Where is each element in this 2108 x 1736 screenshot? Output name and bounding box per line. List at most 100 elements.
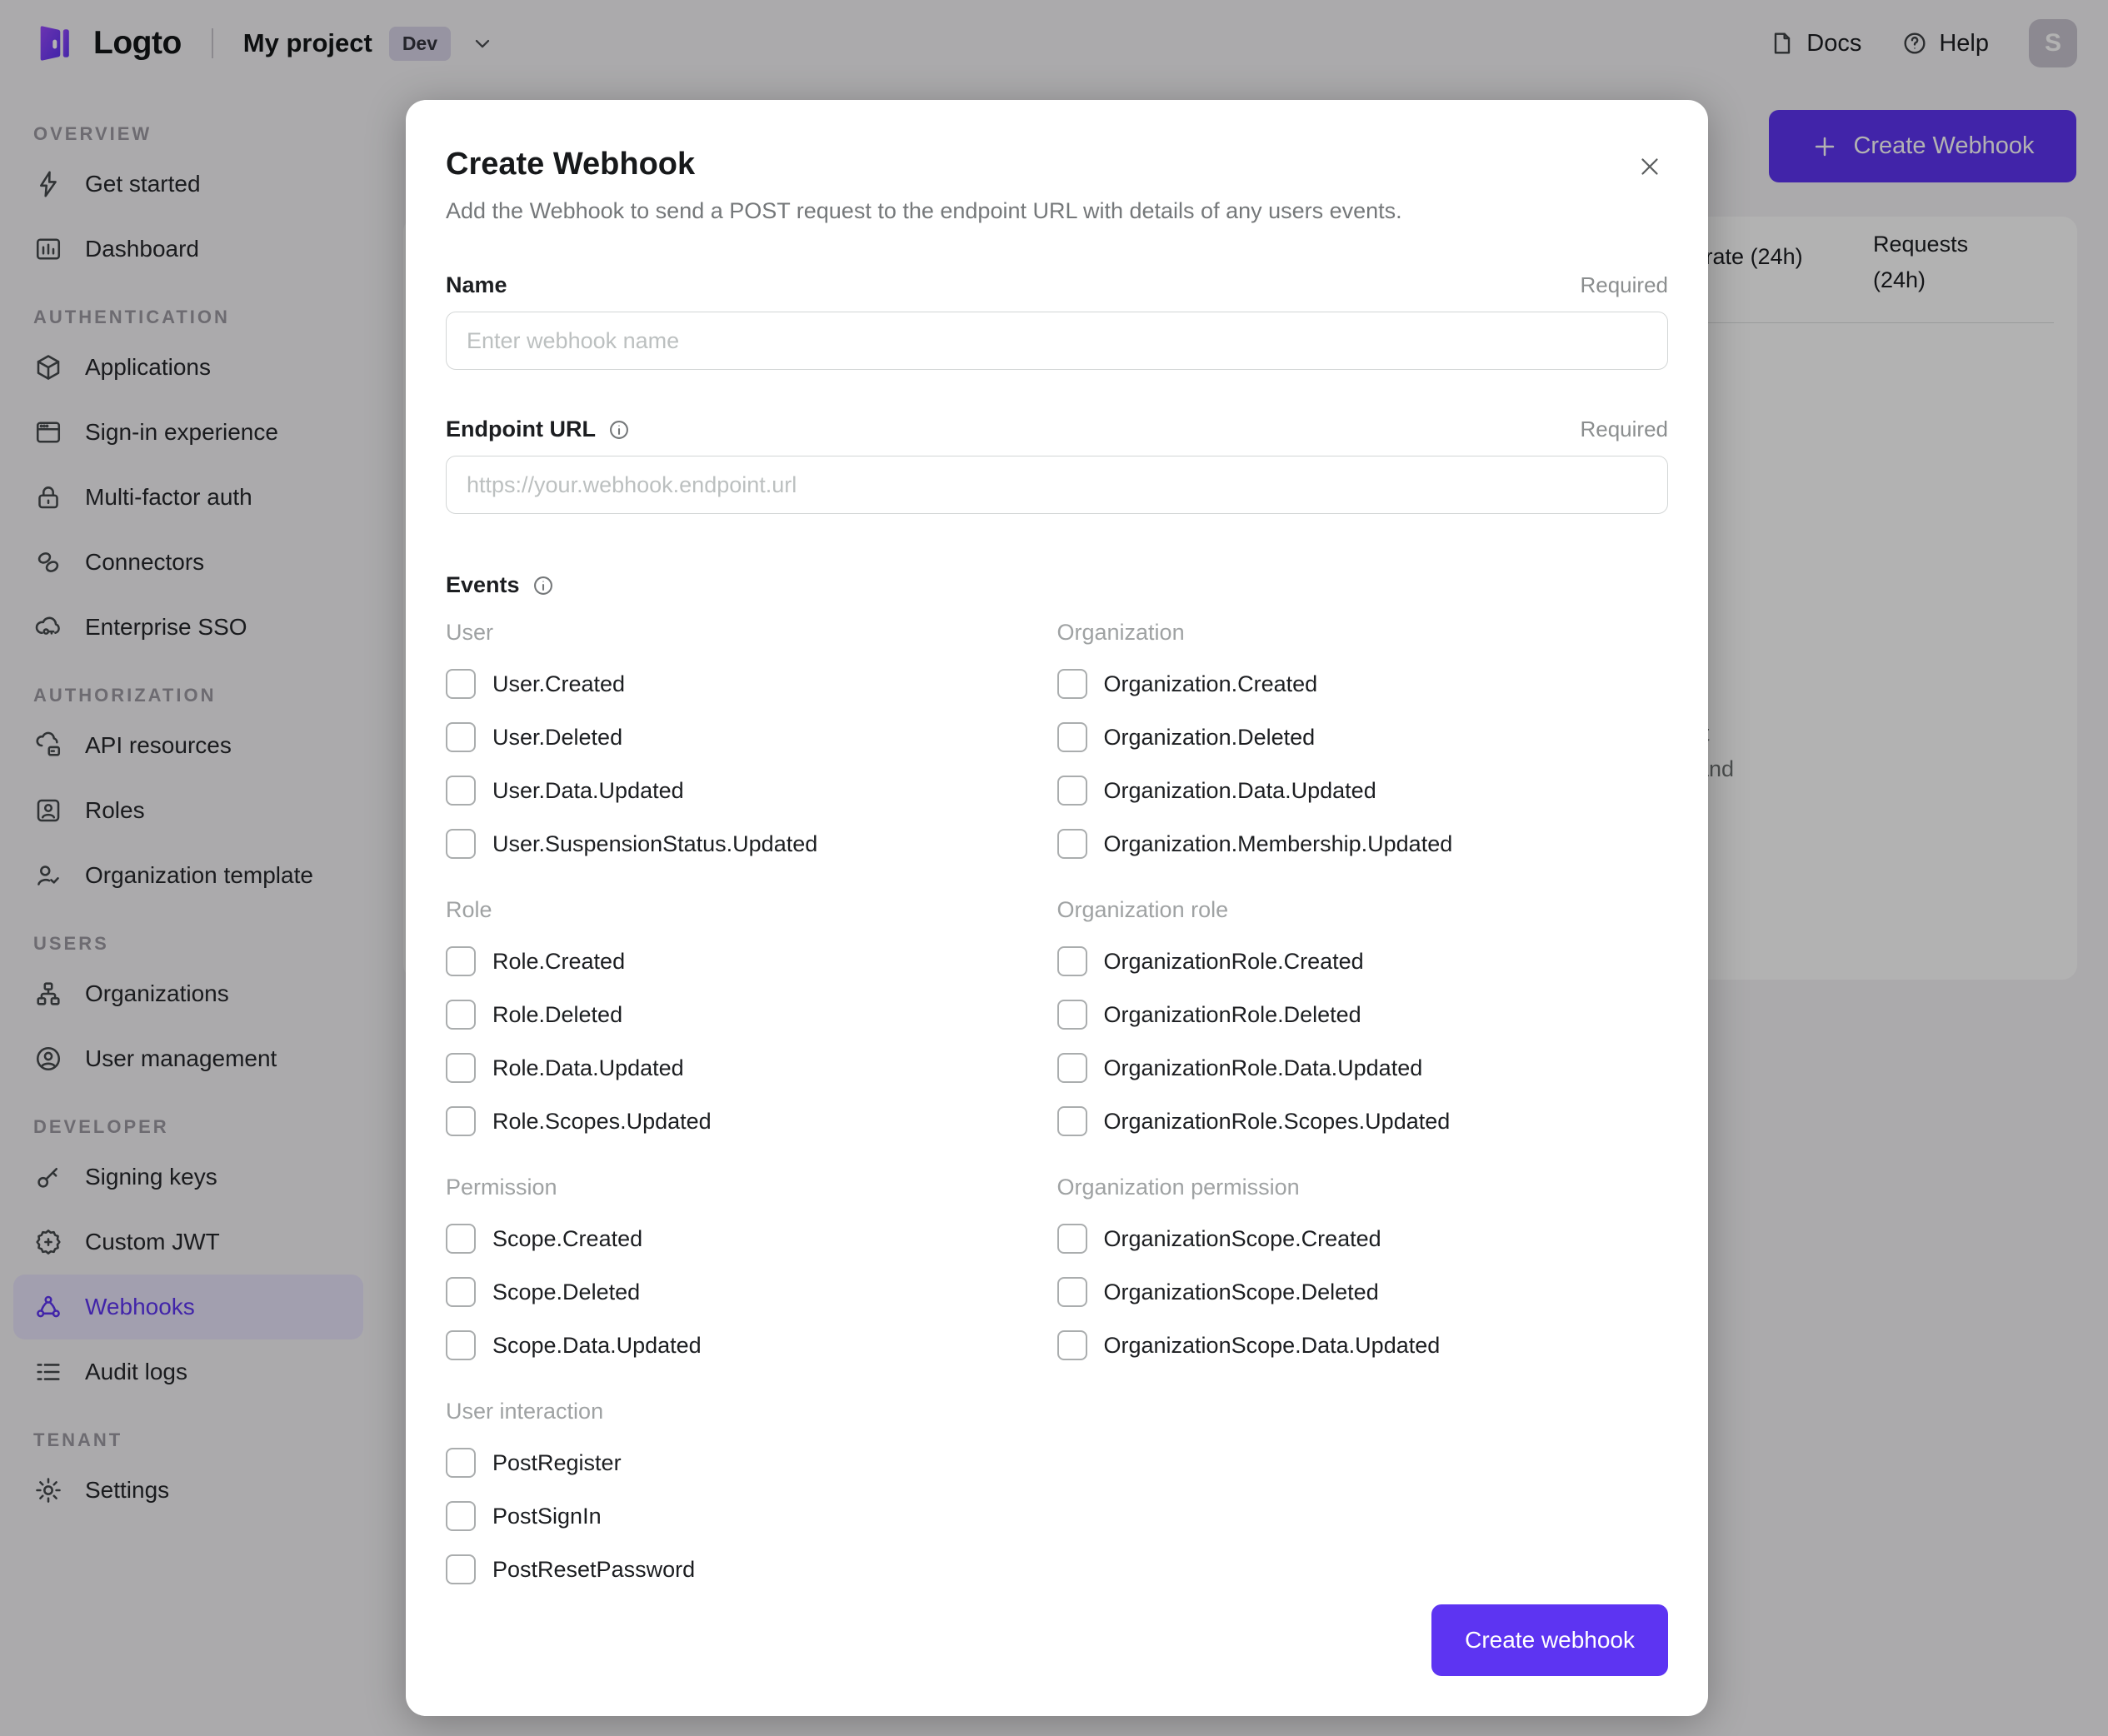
event-option-label: Organization.Created — [1103, 671, 1318, 696]
checkbox-unchecked-icon[interactable] — [446, 1448, 476, 1478]
event-group-user: User User.Created User.Deleted User.Data.Up… — [446, 620, 1057, 859]
event-group-heading: Organization permission — [1056, 1175, 1300, 1200]
event-option-role-deleted[interactable]: Role.Deleted — [446, 1000, 1057, 1030]
checkbox-unchecked-icon[interactable] — [446, 1277, 476, 1307]
event-option-label: OrganizationRole.Deleted — [1103, 1001, 1361, 1027]
event-option-organizationscope-deleted[interactable]: OrganizationScope.Deleted — [1056, 1277, 1669, 1307]
event-option-label: Role.Deleted — [492, 1001, 623, 1027]
webhook-name-input[interactable] — [446, 312, 1668, 370]
event-group-user-interaction: User interaction PostRegister PostSignIn Po… — [446, 1399, 1057, 1584]
endpoint-url-input[interactable] — [446, 456, 1668, 514]
event-option-user-created[interactable]: User.Created — [446, 669, 1057, 699]
checkbox-unchecked-icon[interactable] — [446, 1106, 476, 1136]
event-option-label: User.Data.Updated — [492, 777, 684, 803]
event-group-heading: Organization role — [1056, 897, 1229, 922]
checkbox-unchecked-icon[interactable] — [446, 1224, 476, 1254]
name-required-badge: Required — [1580, 272, 1668, 297]
checkbox-unchecked-icon[interactable] — [1056, 669, 1087, 699]
event-option-label: PostRegister — [492, 1449, 622, 1475]
event-group-organization-permission: Organization permission OrganizationScope… — [1056, 1175, 1669, 1360]
modal-title: Create Webhook — [446, 147, 696, 182]
event-option-user-suspensionstatus-updated[interactable]: User.SuspensionStatus.Updated — [446, 829, 1057, 859]
events-grid: User User.Created User.Deleted User.Data.Up… — [446, 620, 1668, 1584]
checkbox-unchecked-icon[interactable] — [446, 722, 476, 752]
checkbox-unchecked-icon[interactable] — [446, 1501, 476, 1531]
checkbox-unchecked-icon[interactable] — [446, 1053, 476, 1083]
checkbox-unchecked-icon[interactable] — [1056, 946, 1087, 976]
event-option-label: OrganizationScope.Created — [1103, 1225, 1381, 1251]
event-group-permission: Permission Scope.Created Scope.Deleted Scop… — [446, 1175, 1057, 1360]
event-group-heading: Permission — [446, 1175, 557, 1200]
checkbox-unchecked-icon[interactable] — [1056, 829, 1087, 859]
event-group-organization-role: Organization role OrganizationRole.Create… — [1056, 897, 1669, 1136]
checkbox-unchecked-icon[interactable] — [1056, 1224, 1087, 1254]
event-option-label: OrganizationRole.Data.Updated — [1103, 1055, 1423, 1080]
info-icon — [607, 418, 631, 441]
event-option-user-data-updated[interactable]: User.Data.Updated — [446, 776, 1057, 806]
event-option-label: User.SuspensionStatus.Updated — [492, 831, 818, 856]
event-option-organizationscope-data-updated[interactable]: OrganizationScope.Data.Updated — [1056, 1330, 1669, 1360]
event-option-postsignin[interactable]: PostSignIn — [446, 1501, 1057, 1531]
create-webhook-submit-button[interactable]: Create webhook — [1431, 1604, 1668, 1676]
endpoint-required-badge: Required — [1580, 417, 1668, 441]
event-option-organizationrole-deleted[interactable]: OrganizationRole.Deleted — [1056, 1000, 1669, 1030]
event-option-label: Organization.Deleted — [1103, 724, 1316, 750]
checkbox-unchecked-icon[interactable] — [1056, 1330, 1087, 1360]
name-field-label: Name — [446, 272, 507, 297]
event-group-heading: User — [446, 620, 494, 645]
event-option-role-created[interactable]: Role.Created — [446, 946, 1057, 976]
event-option-role-scopes-updated[interactable]: Role.Scopes.Updated — [446, 1106, 1057, 1136]
endpoint-url-field-label: Endpoint URL — [446, 417, 596, 441]
event-option-postresetpassword[interactable]: PostResetPassword — [446, 1554, 1057, 1584]
event-option-label: Scope.Data.Updated — [492, 1332, 702, 1358]
event-option-label: Role.Created — [492, 948, 626, 974]
event-option-label: Scope.Created — [492, 1225, 643, 1251]
event-option-organizationrole-scopes-updated[interactable]: OrganizationRole.Scopes.Updated — [1056, 1106, 1669, 1136]
checkbox-unchecked-icon[interactable] — [446, 669, 476, 699]
close-icon[interactable] — [1631, 148, 1668, 185]
event-option-user-deleted[interactable]: User.Deleted — [446, 722, 1057, 752]
checkbox-unchecked-icon[interactable] — [1056, 1053, 1087, 1083]
checkbox-unchecked-icon[interactable] — [446, 1554, 476, 1584]
event-option-label: OrganizationRole.Scopes.Updated — [1103, 1108, 1451, 1134]
checkbox-unchecked-icon[interactable] — [446, 1330, 476, 1360]
event-group-heading: User interaction — [446, 1399, 604, 1424]
checkbox-unchecked-icon[interactable] — [1056, 1277, 1087, 1307]
event-option-postregister[interactable]: PostRegister — [446, 1448, 1057, 1478]
event-option-organization-deleted[interactable]: Organization.Deleted — [1056, 722, 1669, 752]
checkbox-unchecked-icon[interactable] — [446, 829, 476, 859]
checkbox-unchecked-icon[interactable] — [446, 1000, 476, 1030]
checkbox-unchecked-icon[interactable] — [1056, 1106, 1087, 1136]
checkbox-unchecked-icon[interactable] — [446, 946, 476, 976]
event-option-organization-created[interactable]: Organization.Created — [1056, 669, 1669, 699]
create-webhook-modal: Create Webhook Add the Webhook to send a… — [406, 100, 1708, 1716]
event-group-heading: Role — [446, 897, 492, 922]
event-option-label: PostResetPassword — [492, 1556, 696, 1582]
event-option-organizationrole-data-updated[interactable]: OrganizationRole.Data.Updated — [1056, 1053, 1669, 1083]
checkbox-unchecked-icon[interactable] — [1056, 722, 1087, 752]
event-option-label: Organization.Membership.Updated — [1103, 831, 1453, 856]
event-option-label: OrganizationScope.Data.Updated — [1103, 1332, 1441, 1358]
event-option-label: Scope.Deleted — [492, 1279, 641, 1304]
checkbox-unchecked-icon[interactable] — [1056, 776, 1087, 806]
event-option-label: Organization.Data.Updated — [1103, 777, 1376, 803]
event-option-organizationscope-created[interactable]: OrganizationScope.Created — [1056, 1224, 1669, 1254]
event-option-organizationrole-created[interactable]: OrganizationRole.Created — [1056, 946, 1669, 976]
info-icon — [532, 574, 555, 597]
event-group-role: Role Role.Created Role.Deleted Role.Data.Up… — [446, 897, 1057, 1136]
event-option-scope-data-updated[interactable]: Scope.Data.Updated — [446, 1330, 1057, 1360]
events-section-label: Events — [446, 572, 520, 597]
event-option-label: OrganizationRole.Created — [1103, 948, 1364, 974]
event-option-role-data-updated[interactable]: Role.Data.Updated — [446, 1053, 1057, 1083]
event-option-scope-created[interactable]: Scope.Created — [446, 1224, 1057, 1254]
event-group-organization: Organization Organization.Created Organiza… — [1056, 620, 1669, 859]
checkbox-unchecked-icon[interactable] — [1056, 1000, 1087, 1030]
modal-subtitle: Add the Webhook to send a POST request t… — [446, 198, 1402, 223]
event-option-organization-data-updated[interactable]: Organization.Data.Updated — [1056, 776, 1669, 806]
event-option-scope-deleted[interactable]: Scope.Deleted — [446, 1277, 1057, 1307]
event-option-organization-membership-updated[interactable]: Organization.Membership.Updated — [1056, 829, 1669, 859]
event-option-label: Role.Data.Updated — [492, 1055, 684, 1080]
event-option-label: Role.Scopes.Updated — [492, 1108, 712, 1134]
event-option-label: User.Created — [492, 671, 626, 696]
checkbox-unchecked-icon[interactable] — [446, 776, 476, 806]
